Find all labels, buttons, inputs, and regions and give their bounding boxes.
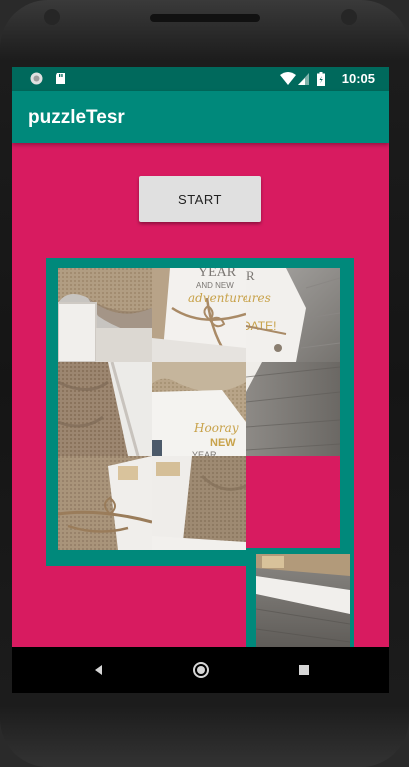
puzzle-tile[interactable]	[58, 456, 152, 550]
sd-card-icon	[56, 73, 65, 84]
back-icon[interactable]	[87, 659, 111, 681]
recents-icon[interactable]	[292, 659, 316, 681]
speaker-grille	[150, 14, 260, 22]
status-time: 10:05	[341, 71, 375, 86]
svg-text:R: R	[246, 268, 255, 283]
navigation-bar	[12, 647, 389, 693]
svg-text:AND NEW: AND NEW	[196, 281, 234, 290]
app-title: puzzleTesr	[28, 107, 125, 128]
puzzle-tile[interactable]	[256, 554, 350, 648]
app-bar: puzzleTesr	[12, 91, 389, 143]
puzzle-tile[interactable]	[152, 456, 246, 550]
signal-icon	[298, 73, 309, 85]
puzzle-tile[interactable]: R ures DATE!	[246, 268, 340, 362]
svg-text:NEW: NEW	[210, 437, 236, 449]
screen: 10:05 puzzleTesr START YEAR AND NEW adve…	[12, 67, 389, 693]
empty-slot[interactable]	[246, 454, 340, 548]
svg-text:adventures: adventures	[188, 291, 246, 305]
puzzle-tile[interactable]	[246, 362, 340, 456]
front-camera-icon	[44, 9, 60, 25]
battery-icon	[317, 72, 325, 86]
svg-text:YEAR: YEAR	[198, 268, 237, 280]
home-icon[interactable]	[189, 659, 213, 681]
puzzle-tile[interactable]	[58, 362, 152, 456]
sensor-icon	[341, 9, 357, 25]
puzzle-tile[interactable]	[58, 268, 152, 362]
svg-text:Hooray: Hooray	[193, 421, 239, 435]
start-button[interactable]: START	[139, 176, 261, 222]
puzzle-tile[interactable]: Hooray NEW YEAR	[152, 362, 246, 456]
circle-notification-icon	[30, 72, 43, 85]
device-frame: 10:05 puzzleTesr START YEAR AND NEW adve…	[0, 0, 409, 767]
status-bar: 10:05	[12, 67, 389, 91]
puzzle-tile[interactable]: YEAR AND NEW adventures	[152, 268, 246, 362]
wifi-icon	[280, 72, 296, 85]
svg-text:ures: ures	[246, 291, 271, 305]
